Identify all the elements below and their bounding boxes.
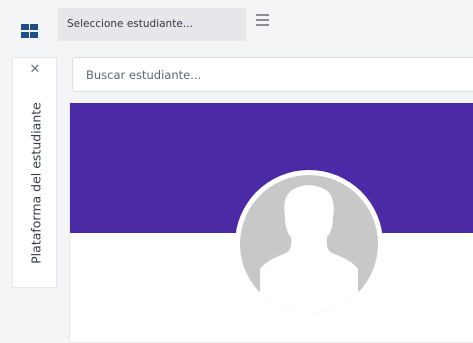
side-panel-title-wrap: Plataforma del estudiante <box>26 85 46 281</box>
top-bar: Seleccione estudiante... <box>0 0 473 47</box>
side-panel-title: Plataforma del estudiante <box>28 102 44 264</box>
student-search-input[interactable] <box>73 58 473 91</box>
avatar[interactable] <box>240 175 378 313</box>
student-platform-panel: ✕ Plataforma del estudiante <box>12 57 57 288</box>
grid-icon[interactable] <box>21 24 38 38</box>
user-silhouette-icon <box>260 185 358 313</box>
search-field <box>72 57 473 92</box>
hamburger-icon[interactable] <box>256 12 270 28</box>
select-student-tab[interactable]: Seleccione estudiante... <box>58 8 246 41</box>
close-icon[interactable]: ✕ <box>27 62 43 78</box>
